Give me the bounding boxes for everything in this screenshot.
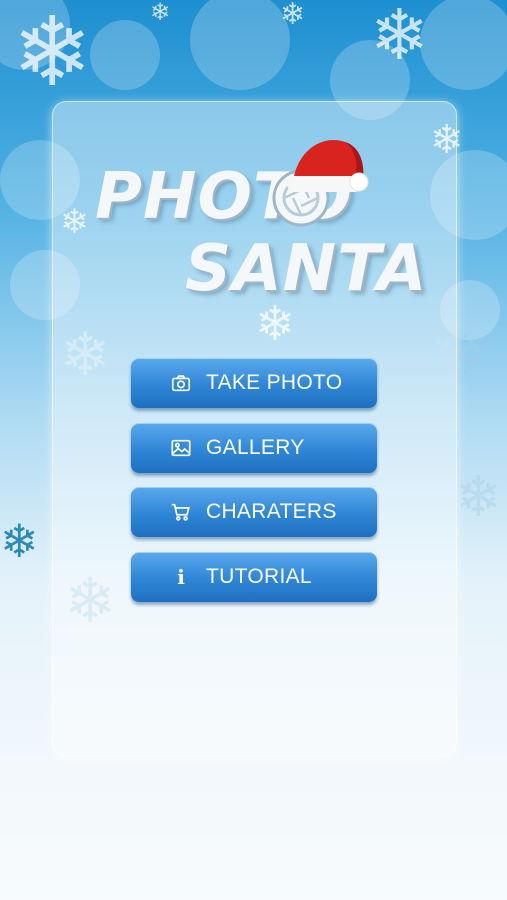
cart-icon [169,500,193,524]
camera-icon [169,371,193,395]
take-photo-label: TAKE PHOTO [206,371,343,394]
tutorial-label: TUTORIAL [206,565,312,588]
info-icon: i [177,565,185,589]
tutorial-button[interactable]: i TUTORIAL [131,552,377,602]
app-logo: PHOTO SANTA [95,139,428,310]
image-icon [169,436,193,460]
santa-hat-icon [287,139,369,192]
bokeh [420,0,507,90]
snowflake-icon: ❄ [12,0,93,108]
gallery-button[interactable]: GALLERY [131,423,377,473]
logo-text-santa: SANTA [185,232,428,306]
snowflake-icon: ❄ [370,0,429,76]
characters-label: CHARATERS [206,500,337,523]
take-photo-button[interactable]: TAKE PHOTO [131,358,377,408]
snowflake-icon: ❄ [0,514,39,568]
bokeh [190,0,290,90]
snowflake-icon: ❄ [150,0,171,26]
snowflake-icon: ❄ [455,465,502,530]
bokeh [90,20,160,90]
snowflake-icon: ❄ [280,0,306,32]
characters-button[interactable]: CHARATERS [131,487,377,537]
gallery-label: GALLERY [206,436,305,459]
